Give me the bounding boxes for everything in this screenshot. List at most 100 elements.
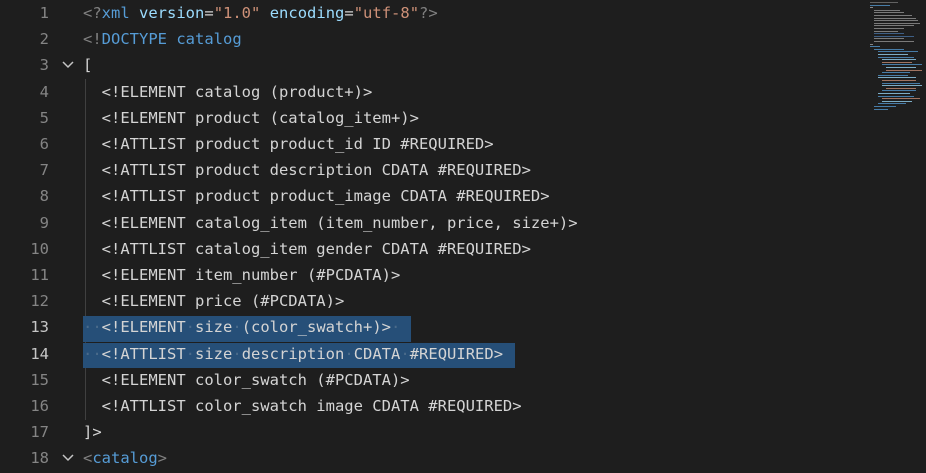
code-token: (color_swatch+)>	[241, 318, 391, 337]
minimap[interactable]	[866, 0, 926, 473]
minimap-line	[874, 12, 904, 14]
minimap-line	[878, 56, 914, 58]
line-number: 3	[39, 56, 49, 75]
code-line[interactable]: [	[83, 52, 92, 78]
code-token: encoding	[269, 4, 345, 22]
code-line[interactable]: <?xml version="1.0" encoding="utf-8"?>	[83, 0, 438, 26]
code-token: >	[157, 449, 168, 468]
line-number: 7	[39, 161, 49, 180]
line-number: 18	[30, 449, 49, 468]
code-token: catalog	[167, 30, 242, 49]
code-token: <!ELEMENT item_number (#PCDATA)>	[83, 266, 401, 284]
code-token: ··	[83, 318, 102, 337]
minimap-line	[882, 85, 922, 87]
code-line[interactable]: <!ATTLIST color_swatch image CDATA #REQU…	[83, 393, 522, 419]
code-token: <!ATTLIST product product_image CDATA #R…	[83, 187, 550, 206]
code-token: <!ELEMENT catalog (product+)>	[83, 82, 373, 101]
code-token: "utf-8"	[353, 4, 420, 22]
code-line[interactable]: <!ELEMENT catalog_item (item_number, pri…	[83, 210, 578, 236]
code-token: CDATA	[353, 344, 401, 363]
minimap-line	[878, 93, 910, 94]
minimap-line	[874, 20, 918, 22]
minimap-line	[870, 4, 890, 6]
minimap-line	[878, 77, 916, 79]
minimap-line	[870, 2, 898, 3]
code-line[interactable]: <!ATTLIST product description CDATA #REQ…	[83, 157, 531, 183]
code-token: <!ATTLIST catalog_item gender CDATA #REQ…	[83, 239, 531, 258]
minimap-line	[878, 54, 908, 55]
line-number: 16	[30, 397, 49, 415]
code-token: <!ATTLIST product product_id ID #REQUIRE…	[83, 135, 494, 153]
minimap-line	[882, 64, 922, 66]
minimap-line	[874, 17, 916, 19]
code-token: description	[241, 344, 345, 363]
minimap-line	[878, 74, 908, 76]
code-token: ·	[232, 344, 242, 363]
minimap-line	[874, 108, 888, 110]
code-token: =	[204, 4, 214, 22]
code-token: version	[139, 4, 205, 22]
code-line[interactable]: <!ELEMENT item_number (#PCDATA)>	[83, 262, 401, 288]
line-number: 4	[39, 82, 49, 101]
minimap-line	[874, 35, 914, 37]
code-token: <!ELEMENT catalog_item (item_number, pri…	[83, 213, 578, 232]
minimap-line	[870, 7, 873, 9]
line-number-gutter[interactable]: 1 2 3 4 5 6 7 8 9 10 11 12 13 14 15 16 17 18	[0, 0, 80, 473]
code-line[interactable]: <!ELEMENT color_swatch (#PCDATA)>	[83, 367, 410, 393]
code-token: <!ELEMENT price (#PCDATA)>	[83, 292, 345, 311]
minimap-line	[874, 22, 920, 24]
minimap-line	[886, 67, 916, 68]
line-number: 6	[39, 135, 49, 153]
code-token: <!ATTLIST color_swatch image CDATA #REQU…	[83, 397, 522, 415]
chevron-down-icon[interactable]	[60, 445, 76, 471]
minimap-line	[882, 80, 916, 81]
code-token: ]>	[83, 423, 102, 442]
chevron-down-icon[interactable]	[60, 52, 76, 78]
code-line[interactable]: <!ATTLIST catalog_item gender CDATA #REQ…	[83, 236, 531, 262]
minimap-line	[874, 25, 914, 27]
line-number: 5	[39, 108, 49, 127]
minimap-line	[874, 33, 904, 35]
line-number: 11	[30, 266, 49, 284]
minimap-line	[878, 95, 914, 97]
code-line[interactable]: <!DOCTYPE catalog	[83, 26, 242, 52]
code-token: ·	[400, 344, 410, 363]
minimap-line	[886, 87, 916, 89]
code-line[interactable]: ]>	[83, 419, 102, 445]
minimap-line	[874, 48, 904, 50]
code-token: ·	[185, 344, 196, 363]
line-number: 9	[39, 213, 49, 232]
code-line[interactable]: <!ATTLIST product product_id ID #REQUIRE…	[83, 131, 494, 157]
code-token: DOCTYPE	[101, 30, 167, 49]
code-line[interactable]: ··<!ELEMENT·size·(color_swatch+)>·	[83, 314, 400, 340]
code-line[interactable]: <!ELEMENT product (catalog_item+)>	[83, 105, 419, 131]
minimap-line	[882, 72, 910, 74]
code-line[interactable]: <!ATTLIST product product_image CDATA #R…	[83, 183, 550, 209]
minimap-line	[874, 30, 898, 32]
minimap-line	[874, 9, 900, 11]
line-number: 12	[30, 292, 49, 311]
code-token: ·	[344, 344, 354, 363]
code-token: <!ATTLIST product description CDATA #REQ…	[83, 161, 531, 180]
code-line[interactable]: <!ELEMENT catalog (product+)>	[83, 79, 373, 105]
code-token: <!ELEMENT product (catalog_item+)>	[83, 108, 419, 127]
minimap-line	[878, 103, 906, 105]
code-area[interactable]: <?xml version="1.0" encoding="utf-8"?> <!…	[83, 0, 853, 473]
minimap-line	[874, 15, 912, 16]
minimap-line	[886, 69, 922, 71]
code-token: <!	[83, 30, 102, 49]
code-line[interactable]: <catalog>	[83, 445, 167, 471]
code-token: ·	[232, 318, 242, 337]
code-token: ··	[83, 344, 102, 363]
code-token: ·	[185, 318, 196, 337]
code-token: <?	[83, 4, 102, 22]
code-line[interactable]: ··<!ATTLIST·size·description·CDATA·#REQU…	[83, 341, 503, 367]
minimap-line	[882, 82, 920, 84]
minimap-line	[882, 61, 912, 63]
code-line[interactable]: <!ELEMENT price (#PCDATA)>	[83, 288, 345, 314]
line-number: 2	[39, 30, 49, 49]
code-token: "1.0"	[213, 4, 261, 22]
code-token: catalog	[92, 449, 158, 468]
